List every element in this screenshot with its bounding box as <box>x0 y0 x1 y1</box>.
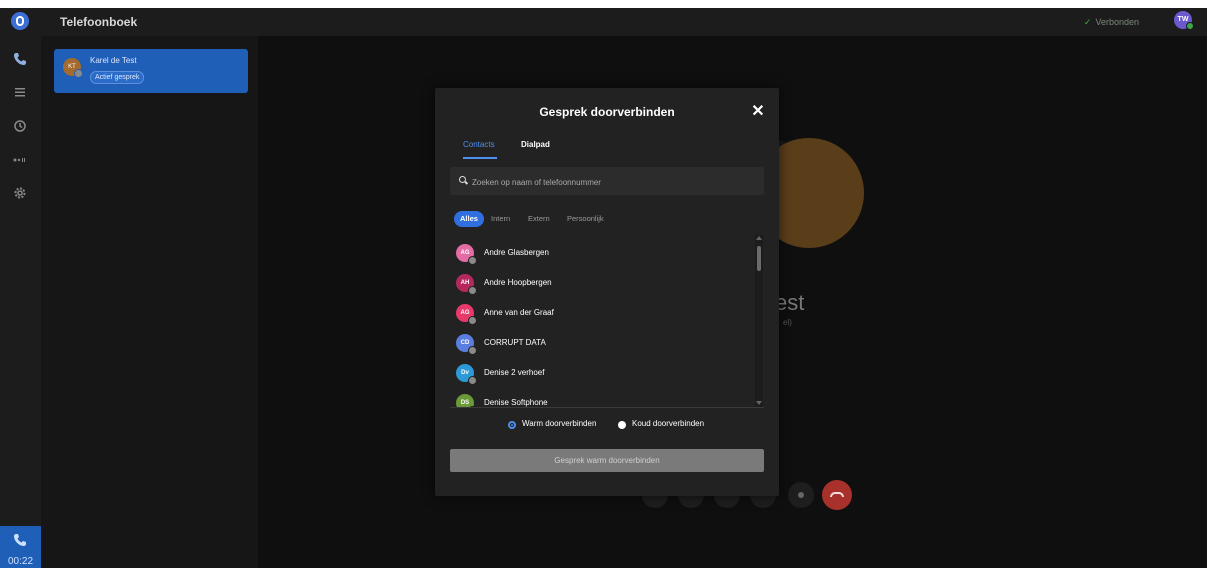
contact-name: Anne van der Graaf <box>484 308 554 317</box>
radio-label: Koud doorverbinden <box>632 419 705 428</box>
list-item[interactable]: AG Anne van der Graaf <box>450 301 750 331</box>
scroll-down-arrow-icon[interactable] <box>756 401 762 405</box>
contact-initials: Dv <box>461 370 469 376</box>
tab-contacts[interactable]: Contacts <box>463 137 497 159</box>
scrollbar-thumb[interactable] <box>757 246 761 271</box>
contact-name: Denise 2 verhoef <box>484 368 545 377</box>
transfer-submit-button[interactable]: Gesprek warm doorverbinden <box>450 449 764 472</box>
contact-initials: DS <box>460 400 470 406</box>
filter-intern[interactable]: Intern <box>491 211 510 227</box>
contact-avatar: CD <box>456 334 477 355</box>
divider <box>450 407 764 408</box>
contact-name: Andre Hoopbergen <box>484 278 552 287</box>
contact-avatar: AG <box>456 244 477 265</box>
presence-dot <box>468 346 477 355</box>
contact-initials: AG <box>460 250 470 256</box>
search-input[interactable] <box>470 173 754 191</box>
dialog-title: Gesprek doorverbinden <box>539 105 675 119</box>
list-item[interactable]: DS Denise Softphone <box>450 391 750 407</box>
scroll-up-arrow-icon[interactable] <box>756 236 762 240</box>
contact-list: AG Andre Glasbergen AH Andre Hoopbergen … <box>450 235 764 407</box>
contact-filters: Alles Intern Extern Persoonlijk <box>450 211 764 227</box>
contact-avatar: Dv <box>456 364 477 385</box>
tab-dialpad[interactable]: Dialpad <box>521 137 551 157</box>
dialog-tabs: Contacts Dialpad <box>450 137 764 159</box>
contact-name: Andre Glasbergen <box>484 248 549 257</box>
presence-dot <box>468 376 477 385</box>
list-item[interactable]: CD CORRUPT DATA <box>450 331 750 361</box>
close-icon[interactable]: ✕ <box>751 104 765 120</box>
search-icon <box>459 176 466 183</box>
radio-label: Warm doorverbinden <box>522 419 597 428</box>
contact-name: Denise Softphone <box>484 398 548 407</box>
contact-initials: AG <box>460 310 470 316</box>
filter-extern[interactable]: Extern <box>528 211 550 227</box>
contact-avatar: AG <box>456 304 477 325</box>
filter-persoonlijk[interactable]: Persoonlijk <box>567 211 604 227</box>
presence-dot <box>468 256 477 265</box>
contact-list-scrollbar[interactable] <box>755 235 763 407</box>
transfer-type: Warm doorverbinden Koud doorverbinden <box>435 418 779 432</box>
presence-dot <box>468 286 477 295</box>
contact-avatar: AH <box>456 274 477 295</box>
contact-initials: CD <box>460 340 470 346</box>
contact-search <box>450 167 764 195</box>
transfer-dialog: Gesprek doorverbinden ✕ Contacts Dialpad… <box>435 88 779 496</box>
contact-avatar: DS <box>456 394 477 407</box>
contact-initials: AH <box>460 280 470 286</box>
radio-unselected-icon <box>618 421 626 429</box>
list-item[interactable]: Dv Denise 2 verhoef <box>450 361 750 391</box>
list-item[interactable]: AG Andre Glasbergen <box>450 241 750 271</box>
filter-alles[interactable]: Alles <box>454 211 484 227</box>
presence-dot <box>468 316 477 325</box>
radio-selected-icon <box>508 421 516 429</box>
contact-name: CORRUPT DATA <box>484 338 546 347</box>
list-item[interactable]: AH Andre Hoopbergen <box>450 271 750 301</box>
